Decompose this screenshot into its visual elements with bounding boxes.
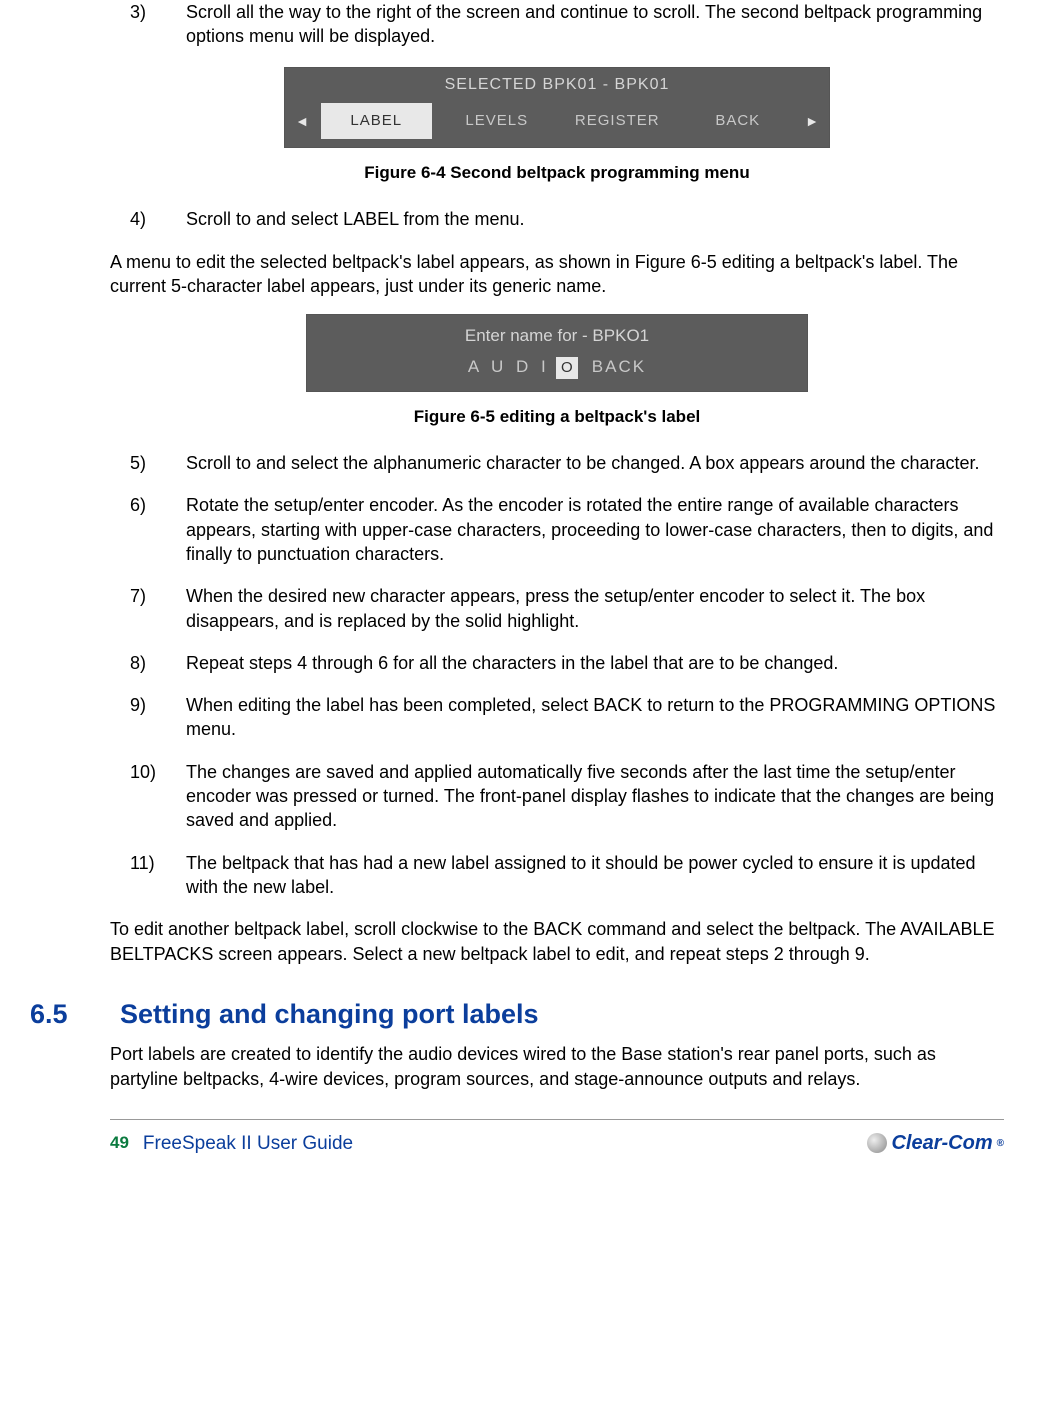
figure-6-5-caption: Figure 6-5 editing a beltpack's label: [110, 406, 1004, 429]
brand-logo: Clear-Com ®: [867, 1130, 1004, 1157]
step-text: The beltpack that has had a new label as…: [186, 851, 1004, 900]
step-number: 4): [130, 207, 186, 231]
step-text: Repeat steps 4 through 6 for all the cha…: [186, 651, 1004, 675]
step-text: Scroll all the way to the right of the s…: [186, 0, 1004, 49]
step-9: 9) When editing the label has been compl…: [130, 693, 1004, 742]
tab-back: BACK: [683, 103, 794, 139]
step-text: When the desired new character appears, …: [186, 584, 1004, 633]
figure-6-4-caption: Figure 6-4 Second beltpack programming m…: [110, 162, 1004, 185]
step-number: 3): [130, 0, 186, 49]
step-text: The changes are saved and applied automa…: [186, 760, 1004, 833]
step-4: 4) Scroll to and select LABEL from the m…: [130, 207, 1004, 231]
section-title: Setting and changing port labels: [120, 996, 539, 1032]
section-body: Port labels are created to identify the …: [110, 1042, 1004, 1091]
right-arrow-icon: ►: [803, 112, 821, 131]
logo-globe-icon: [867, 1133, 887, 1153]
left-arrow-icon: ◄: [293, 112, 311, 131]
step-number: 9): [130, 693, 186, 742]
step-number: 5): [130, 451, 186, 475]
tab-levels: LEVELS: [442, 103, 553, 139]
step-number: 10): [130, 760, 186, 833]
registered-mark: ®: [997, 1137, 1004, 1151]
back-label: BACK: [592, 356, 646, 379]
page-number: 49: [110, 1132, 129, 1155]
brand-name: Clear-Com: [891, 1130, 992, 1157]
page-footer: 49 FreeSpeak II User Guide Clear-Com ®: [110, 1119, 1004, 1157]
step-number: 11): [130, 851, 186, 900]
step-text: Scroll to and select LABEL from the menu…: [186, 207, 1004, 231]
step-10: 10) The changes are saved and applied au…: [130, 760, 1004, 833]
paragraph-after-step11: To edit another beltpack label, scroll c…: [110, 917, 1004, 966]
selected-char-box: O: [556, 357, 578, 379]
step-text: Rotate the setup/enter encoder. As the e…: [186, 493, 1004, 566]
step-number: 7): [130, 584, 186, 633]
step-text: Scroll to and select the alphanumeric ch…: [186, 451, 1004, 475]
step-8: 8) Repeat steps 4 through 6 for all the …: [130, 651, 1004, 675]
step-3: 3) Scroll all the way to the right of th…: [130, 0, 1004, 49]
figure-6-4: SELECTED BPK01 - BPK01 ◄ LABEL LEVELS RE…: [110, 67, 1004, 149]
section-number: 6.5: [30, 996, 120, 1032]
guide-title: FreeSpeak II User Guide: [143, 1131, 353, 1157]
tab-register: REGISTER: [562, 103, 673, 139]
step-text: When editing the label has been complete…: [186, 693, 1004, 742]
step-6: 6) Rotate the setup/enter encoder. As th…: [130, 493, 1004, 566]
label-chars-left: A U D I: [468, 356, 550, 379]
step-number: 8): [130, 651, 186, 675]
step-5: 5) Scroll to and select the alphanumeric…: [130, 451, 1004, 475]
step-number: 6): [130, 493, 186, 566]
tab-label: LABEL: [321, 103, 432, 139]
section-heading: 6.5 Setting and changing port labels: [110, 996, 1004, 1032]
fig1-title: SELECTED BPK01 - BPK01: [285, 68, 829, 100]
figure-6-5: Enter name for - BPKO1 A U D I O BACK: [110, 314, 1004, 392]
fig2-title: Enter name for - BPKO1: [307, 325, 807, 348]
step-7: 7) When the desired new character appear…: [130, 584, 1004, 633]
step-11: 11) The beltpack that has had a new labe…: [130, 851, 1004, 900]
paragraph-after-step4: A menu to edit the selected beltpack's l…: [110, 250, 1004, 299]
